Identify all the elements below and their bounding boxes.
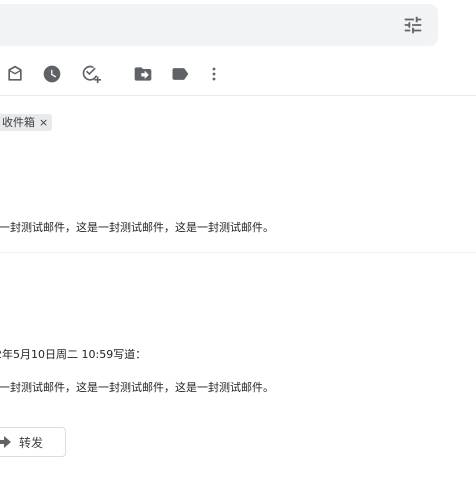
label-icon[interactable] xyxy=(170,64,190,84)
toolbar-divider xyxy=(0,95,476,96)
forward-button[interactable]: 转发 xyxy=(0,427,66,457)
label-chip-inbox: 收件箱 × xyxy=(0,114,53,131)
mark-as-unread-icon[interactable] xyxy=(5,64,25,84)
quote-header: 22年5月10日周二 10:59写道： xyxy=(0,348,147,361)
forward-icon xyxy=(0,436,11,448)
quote-body: 是一封测试邮件，这是一封测试邮件，这是一封测试邮件。 xyxy=(0,381,274,394)
email-view: 收件箱 × 是一封测试邮件，这是一封测试邮件，这是一封测试邮件。 22年5月10… xyxy=(0,0,476,477)
label-chip-text: 收件箱 xyxy=(2,116,35,129)
forward-label: 转发 xyxy=(18,435,43,450)
move-to-icon[interactable] xyxy=(133,64,153,84)
more-vert-icon[interactable] xyxy=(204,64,224,84)
search-bar[interactable] xyxy=(0,4,438,46)
tune-icon[interactable] xyxy=(402,14,424,36)
remove-label-button[interactable]: × xyxy=(39,114,48,131)
message-body: 是一封测试邮件，这是一封测试邮件，这是一封测试邮件。 xyxy=(0,221,274,234)
message-separator xyxy=(0,252,476,253)
add-to-tasks-icon[interactable] xyxy=(81,64,101,84)
snooze-icon[interactable] xyxy=(42,64,62,84)
